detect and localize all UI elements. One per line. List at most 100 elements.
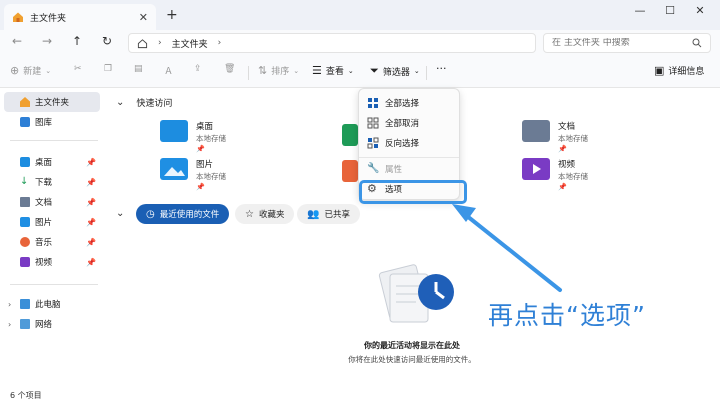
back-button[interactable]: ← bbox=[8, 34, 26, 48]
menu-item-invert-selection[interactable]: 反向选择 bbox=[363, 133, 457, 153]
menu-item-select-all[interactable]: 全部选择 bbox=[363, 93, 457, 113]
status-bar: 6 个项目 bbox=[0, 384, 720, 405]
desktop-icon bbox=[20, 157, 30, 167]
close-button[interactable]: ✕ bbox=[690, 4, 710, 17]
documents-folder-icon bbox=[522, 120, 550, 142]
quick-access-item-documents[interactable]: 文档 本地存储 📌 bbox=[522, 120, 588, 153]
quick-access-header[interactable]: ⌄ 快速访问 bbox=[116, 96, 172, 109]
sidebar-item-documents[interactable]: 文档 📌 bbox=[4, 192, 100, 212]
address-field[interactable]: › 主文件夹 › bbox=[128, 33, 536, 53]
pin-icon[interactable]: 📌 bbox=[86, 198, 96, 207]
sort-icon: ⇅ bbox=[258, 64, 268, 77]
quick-access-item-desktop[interactable]: 桌面 本地存储 📌 bbox=[160, 120, 226, 153]
details-button[interactable]: ▣ 详细信息 bbox=[654, 64, 704, 77]
breadcrumb-location[interactable]: 主文件夹 bbox=[172, 37, 208, 50]
chevron-down-icon: ⌄ bbox=[293, 66, 300, 75]
chevron-right-icon[interactable]: › bbox=[8, 320, 11, 329]
pin-icon[interactable]: 📌 bbox=[86, 218, 96, 227]
chip-label: 已共享 bbox=[324, 210, 350, 220]
forward-button[interactable]: → bbox=[38, 34, 56, 48]
maximize-button[interactable]: ☐ bbox=[660, 4, 680, 17]
chevron-down-icon: ⌄ bbox=[116, 97, 125, 108]
tab-home[interactable]: 主文件夹 ✕ bbox=[4, 4, 156, 30]
view-icon: ☰ bbox=[312, 64, 322, 77]
tab-close-icon[interactable]: ✕ bbox=[139, 11, 148, 24]
sidebar-item-home[interactable]: 主文件夹 bbox=[4, 92, 100, 112]
share-icon[interactable]: ⇪ bbox=[194, 64, 202, 74]
copy-icon[interactable]: ❐ bbox=[104, 64, 112, 74]
picture-icon bbox=[20, 217, 30, 227]
new-button[interactable]: ⊕ 新建 ⌄ bbox=[10, 64, 51, 77]
rename-icon[interactable]: Ａ bbox=[164, 64, 173, 77]
pin-icon: 📌 bbox=[196, 183, 205, 191]
network-icon bbox=[20, 319, 30, 329]
sidebar-item-music[interactable]: 音乐 📌 bbox=[4, 232, 100, 252]
sidebar-item-downloads[interactable]: ↓ 下载 📌 bbox=[4, 172, 100, 192]
menu-item-label: 反向选择 bbox=[385, 139, 420, 149]
recent-section-toggle[interactable]: ⌄ bbox=[116, 208, 136, 219]
pin-icon[interactable]: 📌 bbox=[86, 258, 96, 267]
sidebar-item-gallery[interactable]: 图库 bbox=[4, 112, 100, 132]
star-icon: ☆ bbox=[245, 208, 254, 220]
sidebar-item-label: 桌面 bbox=[35, 158, 53, 168]
item-count: 6 个项目 bbox=[10, 391, 42, 400]
filter-button[interactable]: ⏷ 筛选器 ⌄ bbox=[370, 64, 420, 78]
chevron-down-icon: ⌄ bbox=[116, 208, 125, 219]
annotation-highlight-box bbox=[359, 180, 467, 204]
sidebar-item-label: 主文件夹 bbox=[35, 98, 70, 108]
title-bar: 主文件夹 ✕ + — ☐ ✕ bbox=[0, 0, 720, 30]
sort-button[interactable]: ⇅ 排序 ⌄ bbox=[258, 64, 299, 77]
item-name: 文档 bbox=[558, 122, 576, 132]
sidebar-item-label: 下载 bbox=[35, 178, 53, 188]
breadcrumb-separator: › bbox=[158, 38, 162, 48]
pin-icon[interactable]: 📌 bbox=[86, 178, 96, 187]
video-icon bbox=[20, 257, 30, 267]
chip-shared[interactable]: 👥 已共享 bbox=[297, 204, 360, 224]
new-tab-button[interactable]: + bbox=[166, 7, 178, 23]
chevron-right-icon[interactable]: › bbox=[8, 300, 11, 309]
search-input[interactable] bbox=[552, 38, 692, 48]
chip-favorites[interactable]: ☆ 收藏夹 bbox=[235, 204, 295, 224]
view-button[interactable]: ☰ 查看 ⌄ bbox=[312, 64, 354, 77]
pin-icon[interactable]: 📌 bbox=[86, 238, 96, 247]
plus-circle-icon: ⊕ bbox=[10, 64, 20, 77]
quick-access-item-videos[interactable]: 视频 本地存储 📌 bbox=[522, 158, 588, 191]
refresh-button[interactable]: ↻ bbox=[98, 34, 116, 48]
pin-icon[interactable]: 📌 bbox=[86, 158, 96, 167]
chip-label: 收藏夹 bbox=[258, 210, 285, 220]
sidebar-divider bbox=[10, 284, 98, 285]
sidebar-item-this-pc[interactable]: › 此电脑 bbox=[4, 294, 100, 314]
sidebar-item-label: 此电脑 bbox=[35, 300, 61, 310]
sidebar-item-videos[interactable]: 视频 📌 bbox=[4, 252, 100, 272]
tab-title: 主文件夹 bbox=[30, 13, 67, 24]
quick-access-item-pictures[interactable]: 图片 本地存储 📌 bbox=[160, 158, 226, 191]
cut-icon[interactable]: ✂ bbox=[74, 64, 82, 74]
search-box[interactable] bbox=[543, 33, 711, 53]
download-icon: ↓ bbox=[20, 176, 29, 187]
chip-recent[interactable]: ◷ 最近使用的文件 bbox=[136, 204, 230, 224]
paste-icon[interactable]: ▤ bbox=[134, 64, 143, 74]
sidebar-divider bbox=[10, 140, 98, 141]
menu-item-label: 属性 bbox=[385, 165, 403, 175]
item-location: 本地存储 bbox=[558, 134, 588, 143]
downloads-folder-icon bbox=[342, 124, 358, 146]
delete-icon[interactable]: 🗑 bbox=[224, 64, 235, 74]
sidebar-item-label: 音乐 bbox=[35, 238, 53, 248]
more-button[interactable]: ··· bbox=[436, 62, 447, 75]
sidebar-item-pictures[interactable]: 图片 📌 bbox=[4, 212, 100, 232]
menu-item-label: 全部取消 bbox=[385, 119, 420, 129]
address-bar-row: ← → ↑ ↻ › 主文件夹 › bbox=[0, 30, 720, 56]
breadcrumb-separator-end[interactable]: › bbox=[218, 38, 222, 48]
sidebar-item-network[interactable]: › 网络 bbox=[4, 314, 100, 334]
chip-label: 最近使用的文件 bbox=[159, 210, 220, 220]
up-button[interactable]: ↑ bbox=[68, 34, 86, 48]
filter-icon: ⏷ bbox=[370, 64, 379, 77]
new-label: 新建 bbox=[23, 67, 42, 77]
minimize-button[interactable]: — bbox=[630, 4, 650, 17]
sidebar-item-desktop[interactable]: 桌面 📌 bbox=[4, 152, 100, 172]
item-location: 本地存储 bbox=[196, 172, 226, 181]
details-pane-icon: ▣ bbox=[654, 64, 665, 77]
search-icon bbox=[692, 38, 702, 48]
menu-item-select-none[interactable]: 全部取消 bbox=[363, 113, 457, 133]
pin-icon: 📌 bbox=[558, 145, 567, 153]
